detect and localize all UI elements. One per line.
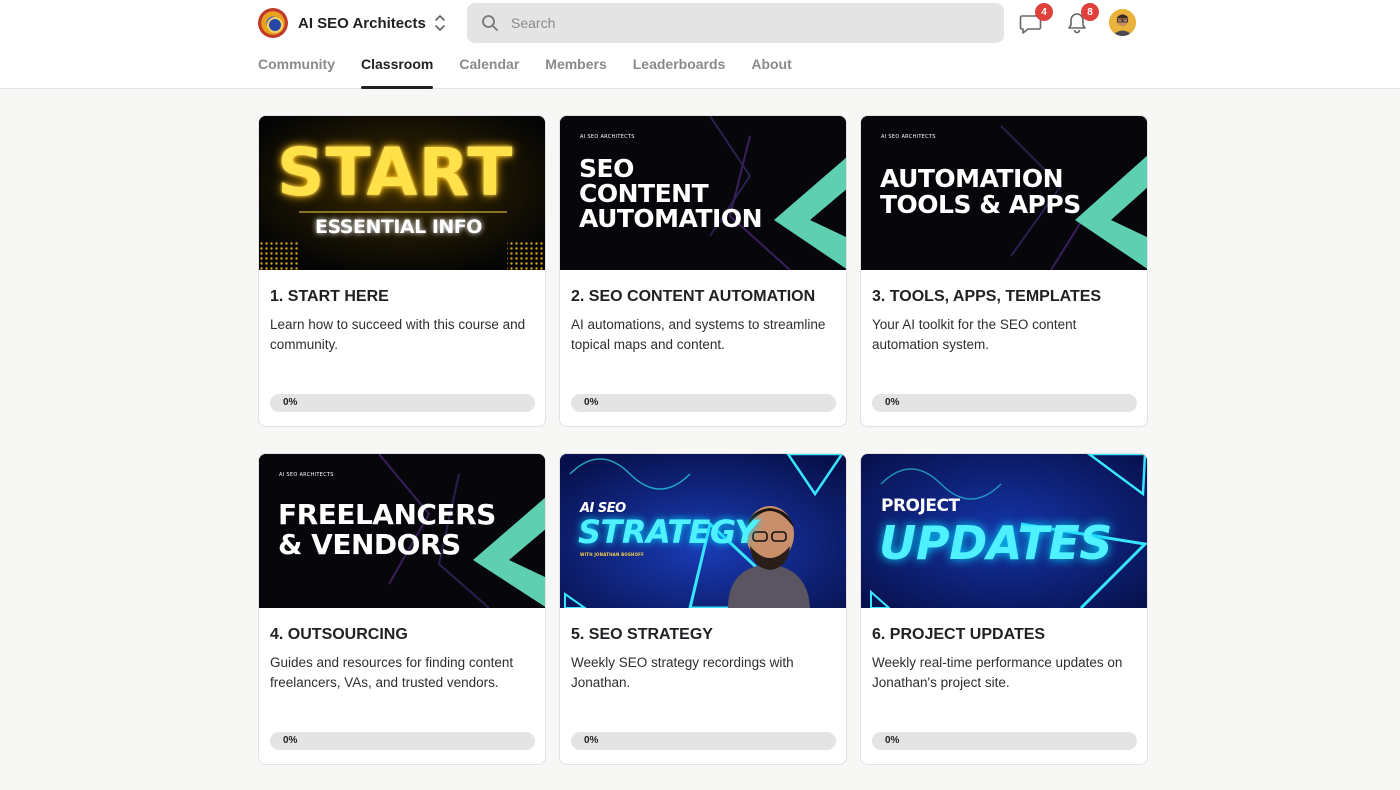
thumb-headline: START	[277, 134, 514, 211]
progress-label: 0%	[885, 735, 900, 746]
course-title: 2. SEO CONTENT AUTOMATION	[571, 288, 816, 305]
thumb-headline-2: & VENDORS	[278, 528, 461, 561]
course-description: Weekly SEO strategy recordings with Jona…	[571, 655, 794, 690]
thumb-headline-3: AUTOMATION	[579, 204, 763, 233]
thumb-brand: AI SEO ARCHITECTS	[580, 134, 635, 140]
thumb-headline: PROJECT	[881, 496, 960, 516]
thumb-brand: AI SEO ARCHITECTS	[279, 472, 334, 478]
course-description: AI automations, and systems to streamlin…	[571, 317, 826, 352]
progress-bar: 0%	[571, 732, 836, 750]
thumb-headline-2: CONTENT	[579, 179, 709, 208]
course-thumbnail: AI SEO ARCHITECTS FREELANCERS & VENDORS	[259, 454, 545, 608]
tab-classroom[interactable]: Classroom	[361, 48, 434, 89]
course-title: 6. PROJECT UPDATES	[872, 626, 1046, 643]
notifications-button[interactable]: 8	[1064, 3, 1099, 36]
nav-tabs: Community Classroom Calendar Members Lea…	[258, 48, 818, 89]
progress-label: 0%	[283, 735, 298, 746]
tab-leaderboards[interactable]: Leaderboards	[633, 48, 726, 89]
course-description: Weekly real-time performance updates on …	[872, 655, 1123, 690]
course-title: 3. TOOLS, APPS, TEMPLATES	[872, 288, 1102, 305]
brand-logo-icon[interactable]	[258, 8, 288, 38]
course-title: 4. OUTSOURCING	[270, 626, 408, 643]
course-card-outsourcing[interactable]: AI SEO ARCHITECTS FREELANCERS & VENDORS …	[258, 453, 546, 765]
user-avatar[interactable]	[1109, 9, 1136, 36]
tab-members[interactable]: Members	[545, 48, 606, 89]
course-card-seo-strategy[interactable]: AI SEO STRATEGY WITH JONATHAN BOSHOFF 5.…	[559, 453, 847, 765]
course-title: 1. START HERE	[270, 288, 389, 305]
course-thumbnail: AI SEO ARCHITECTS SEO CONTENT AUTOMATION	[560, 116, 846, 270]
thumb-headline-2: UPDATES	[879, 516, 1112, 570]
course-thumbnail: AI SEO ARCHITECTS AUTOMATION TOOLS & APP…	[861, 116, 1147, 270]
notifications-count-badge: 8	[1081, 3, 1099, 21]
course-thumbnail: START ESSENTIAL INFO	[259, 116, 545, 270]
thumb-subline: ESSENTIAL INFO	[315, 216, 482, 238]
thumb-headline: AUTOMATION	[880, 164, 1064, 193]
course-card-project-updates[interactable]: PROJECT UPDATES 6. PROJECT UPDATES Weekl…	[860, 453, 1148, 765]
avatar-image	[1109, 9, 1136, 36]
search-input[interactable]	[511, 15, 991, 31]
search-bar[interactable]	[467, 3, 1004, 43]
course-card-seo-content-automation[interactable]: AI SEO ARCHITECTS SEO CONTENT AUTOMATION…	[559, 115, 847, 427]
course-thumbnail: PROJECT UPDATES	[861, 454, 1147, 608]
tab-calendar[interactable]: Calendar	[459, 48, 519, 89]
tab-community[interactable]: Community	[258, 48, 335, 89]
search-icon	[482, 15, 498, 31]
thumb-headline-2: STRATEGY	[578, 513, 758, 551]
thumb-subline: WITH JONATHAN BOSHOFF	[580, 552, 645, 557]
thumb-brand: AI SEO ARCHITECTS	[881, 134, 936, 140]
course-title: 5. SEO STRATEGY	[571, 626, 713, 643]
chat-count-badge: 4	[1035, 3, 1053, 21]
brand[interactable]: AI SEO Architects	[258, 8, 426, 38]
progress-label: 0%	[283, 397, 298, 408]
thumb-headline: FREELANCERS	[278, 498, 496, 531]
progress-label: 0%	[584, 735, 599, 746]
chat-button[interactable]: 4	[1018, 3, 1053, 36]
progress-label: 0%	[885, 397, 900, 408]
thumb-headline: SEO	[579, 154, 634, 183]
progress-bar: 0%	[270, 394, 535, 412]
course-card-tools-apps-templates[interactable]: AI SEO ARCHITECTS AUTOMATION TOOLS & APP…	[860, 115, 1148, 427]
course-card-start-here[interactable]: START ESSENTIAL INFO 1. START HERE Learn…	[258, 115, 546, 427]
course-description: Learn how to succeed with this course an…	[270, 317, 526, 352]
thumb-headline-2: TOOLS & APPS	[880, 190, 1081, 219]
progress-bar: 0%	[571, 394, 836, 412]
group-switcher-icon[interactable]	[432, 12, 448, 34]
course-description: Your AI toolkit for the SEO content auto…	[872, 317, 1077, 352]
progress-bar: 0%	[270, 732, 535, 750]
progress-bar: 0%	[872, 732, 1137, 750]
top-bar: AI SEO Architects 4 8 Community Classroo…	[0, 0, 1400, 89]
course-description: Guides and resources for finding content…	[270, 655, 514, 690]
course-thumbnail: AI SEO STRATEGY WITH JONATHAN BOSHOFF	[560, 454, 846, 608]
tab-about[interactable]: About	[751, 48, 791, 89]
progress-bar: 0%	[872, 394, 1137, 412]
brand-name[interactable]: AI SEO Architects	[298, 15, 426, 32]
progress-label: 0%	[584, 397, 599, 408]
